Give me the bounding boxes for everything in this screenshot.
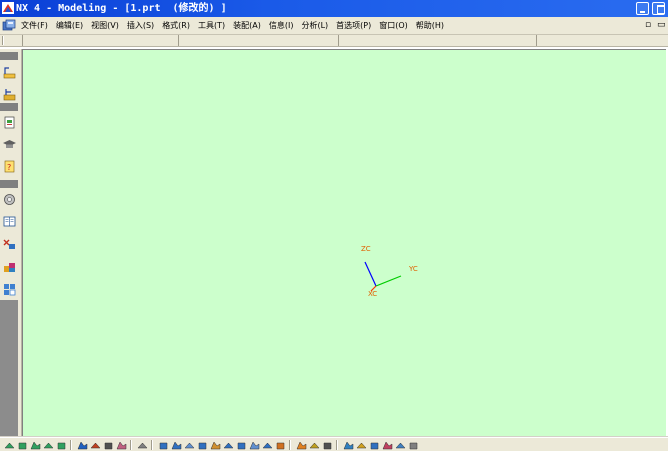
sketch-icon[interactable] (158, 440, 169, 451)
toolbar-separator (289, 440, 291, 450)
view-icon[interactable] (17, 440, 28, 451)
z-axis-label: ZC (361, 245, 371, 253)
extrude-icon[interactable] (262, 440, 273, 451)
toolbar-empty-area (0, 300, 18, 436)
book-icon[interactable] (2, 214, 17, 229)
sketch-icon[interactable] (171, 440, 182, 451)
bottom-toolbar (0, 437, 668, 451)
menu-format[interactable]: 格式(R) (158, 17, 194, 34)
minimize-button[interactable] (636, 2, 649, 15)
y-axis-label: YC (409, 265, 418, 273)
toolbar-divider (178, 35, 179, 46)
minimize-icon (640, 11, 645, 13)
sketch-icon[interactable] (223, 440, 234, 451)
toolbar-strip (0, 35, 668, 47)
view-icon[interactable] (56, 440, 67, 451)
menu-analysis[interactable]: 分析(L) (297, 17, 332, 34)
menu-bar: 文件(F) 编辑(E) 视图(V) 插入(S) 格式(R) 工具(T) 装配(A… (0, 17, 668, 35)
mdi-close-icon[interactable]: ▭ (657, 19, 666, 31)
analysis-icon[interactable] (382, 440, 393, 451)
menu-window[interactable]: 窗口(O) (375, 17, 412, 34)
triad-axes (364, 261, 402, 292)
nx-app-icon[interactable] (2, 2, 14, 14)
toolbar-separator (70, 440, 72, 450)
menu-view[interactable]: 视图(V) (87, 17, 123, 34)
feature-icon[interactable] (2, 87, 17, 102)
notes-icon[interactable]: ? (2, 159, 17, 174)
analysis-icon[interactable] (369, 440, 380, 451)
svg-text:?: ? (7, 163, 11, 172)
toolbar-handle[interactable] (0, 103, 18, 111)
document-menu-icon[interactable] (2, 19, 16, 32)
settings-icon[interactable] (2, 192, 17, 207)
toolbar-separator (336, 440, 338, 450)
wcs-triad: ZC YC XC (343, 240, 433, 310)
menu-edit[interactable]: 编辑(E) (52, 17, 87, 34)
tool-icon[interactable] (322, 440, 333, 451)
y-axis (375, 275, 402, 287)
toolbar-separator (130, 440, 132, 450)
graduation-cap-icon[interactable] (2, 137, 17, 152)
toolbar-divider (536, 35, 537, 46)
extrude-icon[interactable] (236, 440, 247, 451)
menu-preferences[interactable]: 首选项(P) (332, 17, 375, 34)
rotate-icon[interactable] (103, 440, 114, 451)
restore-icon (657, 5, 665, 14)
sketch-icon[interactable] (197, 440, 208, 451)
layout-icon[interactable] (2, 282, 17, 297)
window-title: NX 4 - Modeling - [1.prt (修改的) ] (16, 3, 227, 14)
analysis-icon[interactable] (356, 440, 367, 451)
toolbar-separator (151, 440, 153, 450)
menu-tools[interactable]: 工具(T) (194, 17, 229, 34)
extrude-icon[interactable] (275, 440, 286, 451)
menu-help[interactable]: 帮助(H) (412, 17, 448, 34)
mdi-restore-icon[interactable]: ▫ (645, 19, 651, 31)
toolbar-handle[interactable] (0, 52, 18, 60)
analysis-icon[interactable] (408, 440, 419, 451)
analysis-icon[interactable] (395, 440, 406, 451)
toolbar-divider (22, 35, 23, 46)
toolbar-handle[interactable] (0, 180, 18, 188)
sketch-icon[interactable] (2, 65, 17, 80)
parts-icon[interactable] (2, 260, 17, 275)
tool-icon[interactable] (296, 440, 307, 451)
tool-icon[interactable] (309, 440, 320, 451)
sketch-icon[interactable] (184, 440, 195, 451)
sketch-icon[interactable] (210, 440, 221, 451)
curve-icon[interactable] (116, 440, 127, 451)
menu-file[interactable]: 文件(F) (17, 17, 52, 34)
assembly-icon[interactable] (2, 237, 17, 252)
restore-button[interactable] (652, 2, 665, 15)
point-icon[interactable] (77, 440, 88, 451)
analysis-icon[interactable] (343, 440, 354, 451)
edit-icon[interactable] (90, 440, 101, 451)
document-icon[interactable] (2, 115, 17, 130)
view-icon[interactable] (30, 440, 41, 451)
z-axis (364, 261, 377, 287)
menu-items: 文件(F) 编辑(E) 视图(V) 插入(S) 格式(R) 工具(T) 装配(A… (17, 17, 448, 34)
menu-information[interactable]: 信息(I) (265, 17, 298, 34)
x-axis-label: XC (368, 290, 378, 298)
menu-assembly[interactable]: 装配(A) (229, 17, 265, 34)
left-toolbar: ? (0, 49, 22, 436)
extrude-icon[interactable] (249, 440, 260, 451)
view-icon[interactable] (4, 440, 15, 451)
toolbar-divider (338, 35, 339, 46)
toolbar-grip[interactable] (2, 36, 4, 45)
menu-insert[interactable]: 插入(S) (123, 17, 158, 34)
title-bar: NX 4 - Modeling - [1.prt (修改的) ] (0, 0, 668, 17)
curve-icon[interactable] (137, 440, 148, 451)
graphics-window[interactable]: ZC YC XC (22, 49, 666, 436)
view-icon[interactable] (43, 440, 54, 451)
